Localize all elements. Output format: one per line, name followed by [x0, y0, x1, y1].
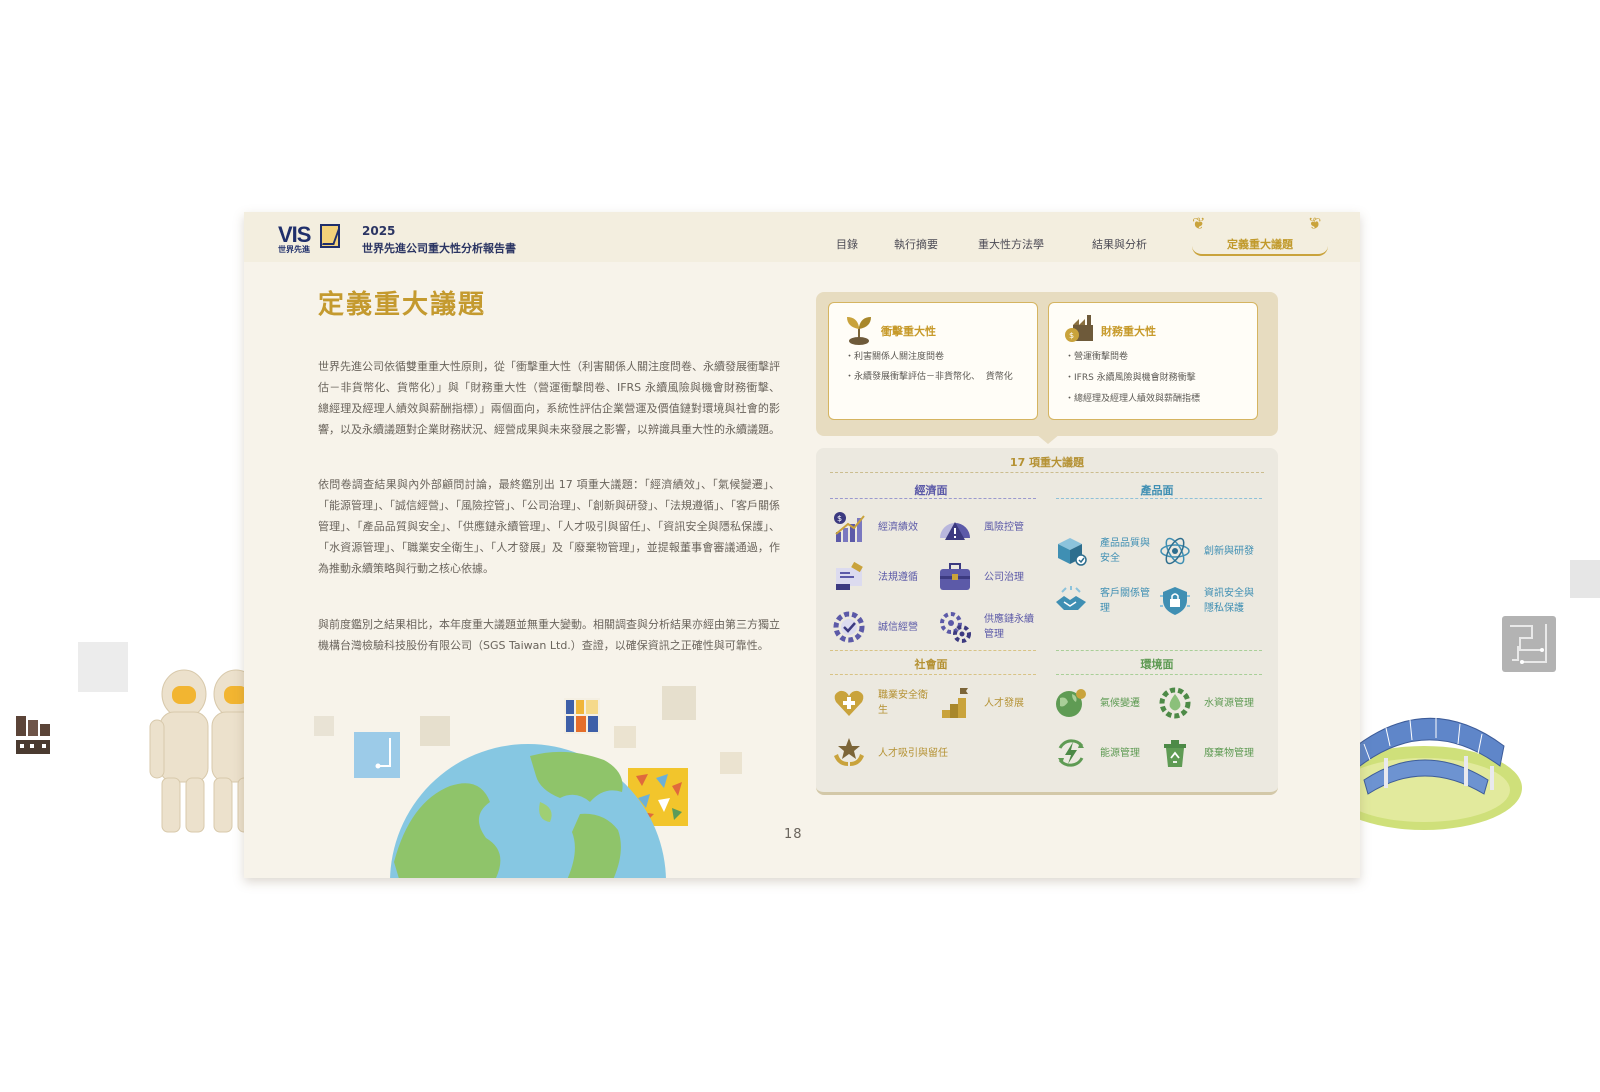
divider	[1056, 650, 1262, 651]
climate-globe-icon	[1054, 686, 1088, 720]
paragraph-topics: 依問卷調查結果與內外部顧問討論，最終鑑別出 17 項重大議題：「經濟績效」、「氣…	[318, 478, 780, 575]
divider	[830, 498, 1036, 499]
impact-materiality-card: 衝擊重大性 ・利害關係人關注度問卷 ・永續發展衝擊評估－非貨幣化、 貨幣化	[828, 302, 1038, 420]
deco-square	[78, 642, 128, 692]
issue-waste-management: 廢棄物管理	[1204, 748, 1254, 759]
risk-warning-icon	[938, 510, 972, 544]
talent-star-hands-icon	[832, 736, 866, 770]
impact-materiality-title: 衝擊重大性	[881, 325, 936, 338]
vis-logo[interactable]: VIS 世界先進	[278, 222, 342, 254]
divider	[1056, 498, 1262, 499]
water-drop-gear-icon	[1158, 686, 1192, 720]
issue-supply-chain: 供應鏈永續管理	[984, 614, 1034, 640]
svg-text:$: $	[837, 514, 842, 523]
financial-item: ・總經理及經理人績效與薪酬指標	[1065, 394, 1201, 404]
issues-title: 17 項重大議題	[1009, 456, 1085, 469]
issue-risk-management: 風險控管	[984, 522, 1024, 533]
logo-check-icon	[320, 224, 340, 248]
issue-climate-change: 氣候變遷	[1100, 698, 1140, 709]
divider	[830, 472, 1264, 473]
energy-bolt-icon	[1054, 736, 1088, 770]
logo-subtext: 世界先進	[278, 245, 310, 254]
nav-item-material-topics[interactable]: 定義重大議題	[1192, 230, 1328, 256]
report-year: 2025	[362, 224, 396, 238]
circuit-chip-icon	[1502, 616, 1556, 672]
financial-materiality-title: 財務重大性	[1101, 325, 1156, 338]
issue-product-quality: 產品品質與安全	[1100, 538, 1150, 564]
plant-coin-icon	[843, 313, 875, 345]
impact-item: ・利害關係人關注度問卷	[845, 352, 945, 362]
issue-occupational-safety: 職業安全衛生	[878, 690, 928, 716]
deco-square	[662, 686, 696, 720]
financial-materiality-card: $ 財務重大性 ・營運衝擊問卷 ・IFRS 永續風險與機會財務衝擊 ・總經理及經…	[1048, 302, 1258, 420]
financial-item: ・營運衝擊問卷	[1065, 352, 1129, 362]
paragraph-verification: 與前度鑑別之結果相比，本年度重大議題並無重大變動。相關調查與分析結果亦經由第三方…	[318, 618, 780, 652]
factory-coin-icon: $	[1063, 313, 1095, 345]
report-title: 世界先進公司重大性分析報告書	[362, 242, 516, 255]
deco-square	[720, 752, 742, 774]
impact-item: ・永續發展衝擊評估－非貨幣化、 貨幣化	[845, 372, 1013, 382]
innovation-atom-icon	[1158, 534, 1192, 568]
nav-item-methodology[interactable]: 重大性方法學	[978, 236, 1044, 252]
product-quality-box-icon	[1054, 534, 1088, 568]
divider	[830, 650, 1036, 651]
social-section-label: 社會面	[914, 658, 948, 671]
building-blocks-icon	[564, 698, 600, 734]
growth-chart-icon: $	[832, 510, 866, 544]
nav-item-contents[interactable]: 目錄	[836, 236, 858, 252]
issue-ethical-management: 誠信經營	[878, 622, 918, 633]
laurel-right-icon: ❦	[1308, 214, 1322, 233]
environment-section-label: 環境面	[1140, 658, 1174, 671]
issue-economic-performance: 經濟績效	[878, 522, 918, 533]
issue-talent-attraction: 人才吸引與留任	[878, 748, 948, 759]
page-title: 定義重大議題	[318, 290, 487, 320]
laurel-left-icon: ❦	[1192, 214, 1206, 233]
svg-text:$: $	[1069, 331, 1074, 340]
material-issues-panel: 17 項重大議題 經濟面 $ 經濟績效 風險控管 法規遵循 公司治理 誠信經營 …	[816, 448, 1278, 795]
career-stairs-icon	[938, 686, 972, 720]
nav-item-results[interactable]: 結果與分析	[1092, 236, 1147, 252]
nav-active-label: 定義重大議題	[1227, 238, 1293, 251]
double-materiality-panel: 衝擊重大性 ・利害關係人關注度問卷 ・永續發展衝擊評估－非貨幣化、 貨幣化 $ …	[816, 292, 1278, 444]
briefcase-icon	[938, 560, 972, 594]
deco-building-icon	[16, 716, 50, 754]
issue-corporate-governance: 公司治理	[984, 572, 1024, 583]
compliance-gavel-icon	[832, 560, 866, 594]
issue-innovation: 創新與研發	[1204, 546, 1254, 557]
supply-chain-gears-icon	[938, 610, 972, 644]
divider	[830, 674, 1036, 675]
issue-talent-development: 人才發展	[984, 698, 1024, 709]
page-number: 18	[784, 827, 803, 842]
deco-square	[314, 716, 334, 736]
security-shield-icon	[1158, 584, 1192, 618]
recycle-bin-icon	[1158, 736, 1192, 770]
handshake-icon	[1054, 584, 1088, 618]
economic-section-label: 經濟面	[914, 484, 948, 497]
health-heart-icon	[832, 686, 866, 720]
integrity-gear-icon	[832, 610, 866, 644]
issue-information-security: 資訊安全與隱私保護	[1204, 588, 1254, 614]
report-page: VIS 世界先進 2025 世界先進公司重大性分析報告書 目錄 執行摘要 重大性…	[244, 212, 1360, 878]
product-section-label: 產品面	[1140, 484, 1174, 497]
divider	[1056, 674, 1262, 675]
issue-water-management: 水資源管理	[1204, 698, 1254, 709]
nav-item-executive-summary[interactable]: 執行摘要	[894, 236, 938, 252]
issue-energy-management: 能源管理	[1100, 748, 1140, 759]
earth-globe-illustration	[390, 742, 666, 878]
paragraph-intro: 世界先進公司依循雙重重大性原則，從「衝擊重大性（利害關係人關注度問卷、永續發展衝…	[318, 360, 780, 436]
panel-pointer	[1036, 434, 1060, 444]
issue-regulatory-compliance: 法規遵循	[878, 572, 918, 583]
issue-customer-relations: 客戶關係管理	[1100, 588, 1150, 614]
financial-item: ・IFRS 永續風險與機會財務衝擊	[1065, 373, 1196, 383]
deco-square	[1570, 560, 1600, 598]
